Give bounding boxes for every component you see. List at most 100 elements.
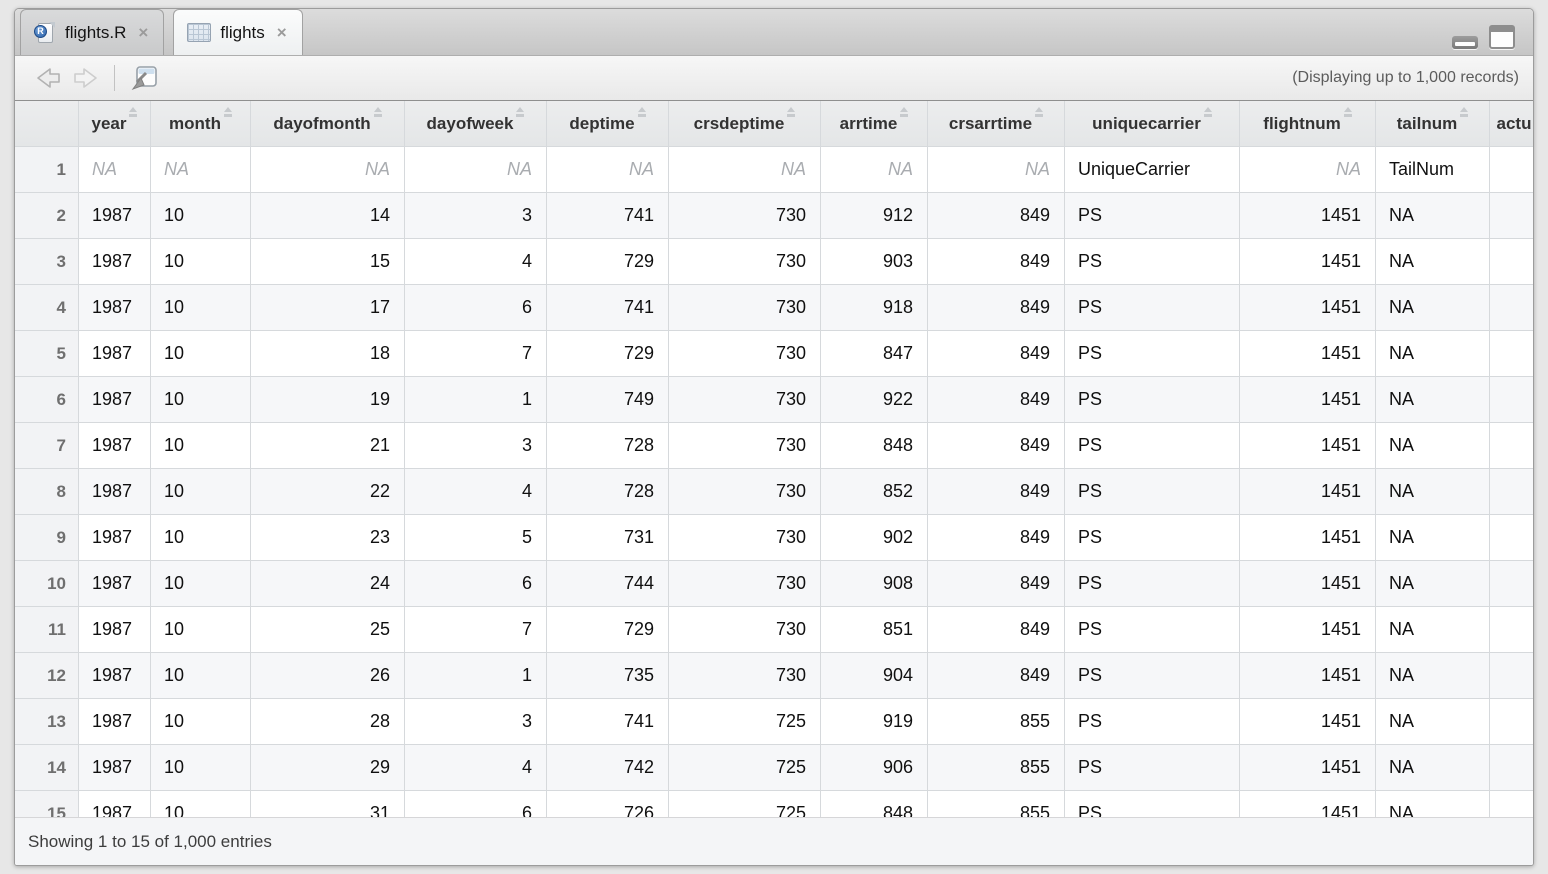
- cell-actu: [1490, 561, 1533, 607]
- maximize-pane-icon[interactable]: [1489, 25, 1515, 49]
- cell-deptime: 741: [547, 285, 669, 331]
- close-tab-icon[interactable]: ×: [277, 24, 287, 41]
- cell-dayofweek: 6: [405, 561, 547, 607]
- cell-tailnum: NA: [1376, 653, 1490, 699]
- cell-year: 1987: [79, 515, 151, 561]
- cell-year: 1987: [79, 745, 151, 791]
- cell-uniquecarrier: PS: [1065, 377, 1240, 423]
- cell-arrtime: 906: [821, 745, 928, 791]
- tab-flights-r[interactable]: R flights.R ×: [20, 9, 164, 55]
- row-number: 2: [15, 193, 79, 239]
- cell-month: 10: [151, 423, 251, 469]
- data-grid[interactable]: yearmonthdayofmonthdayofweekdeptimecrsde…: [15, 101, 1533, 817]
- table-row: 6198710191749730922849PS1451NA: [15, 377, 1533, 423]
- column-header-year[interactable]: year: [79, 101, 151, 147]
- cell-crsarrtime: 849: [928, 607, 1065, 653]
- forward-button[interactable]: [67, 63, 105, 93]
- cell-actu: [1490, 469, 1533, 515]
- cell-crsarrtime: 849: [928, 285, 1065, 331]
- cell-uniquecarrier: PS: [1065, 561, 1240, 607]
- cell-tailnum: NA: [1376, 423, 1490, 469]
- column-header-dayofweek[interactable]: dayofweek: [405, 101, 547, 147]
- cell-dayofweek: 1: [405, 377, 547, 423]
- column-header-deptime[interactable]: deptime: [547, 101, 669, 147]
- cell-deptime: 741: [547, 699, 669, 745]
- column-header-crsdeptime[interactable]: crsdeptime: [669, 101, 821, 147]
- tab-flights[interactable]: flights ×: [173, 9, 302, 55]
- cell-flightnum: 1451: [1240, 377, 1376, 423]
- row-number: 3: [15, 239, 79, 285]
- cell-crsdeptime: 730: [669, 377, 821, 423]
- viewer-window: R flights.R × flights ×: [14, 8, 1534, 866]
- cell-uniquecarrier: PS: [1065, 469, 1240, 515]
- sort-indicator-icon: [787, 107, 795, 117]
- column-header-month[interactable]: month: [151, 101, 251, 147]
- cell-deptime: 749: [547, 377, 669, 423]
- cell-crsdeptime: 730: [669, 653, 821, 699]
- cell-flightnum: 1451: [1240, 607, 1376, 653]
- cell-dayofweek: NA: [405, 147, 547, 193]
- cell-year: 1987: [79, 699, 151, 745]
- cell-tailnum: NA: [1376, 469, 1490, 515]
- cell-crsarrtime: 855: [928, 745, 1065, 791]
- column-header-uniquecarrier[interactable]: uniquecarrier: [1065, 101, 1240, 147]
- sort-indicator-icon: [638, 107, 646, 117]
- close-tab-icon[interactable]: ×: [138, 24, 148, 41]
- cell-arrtime: 852: [821, 469, 928, 515]
- cell-crsarrtime: 849: [928, 377, 1065, 423]
- cell-year: 1987: [79, 423, 151, 469]
- cell-crsarrtime: 849: [928, 331, 1065, 377]
- table-row: 14198710294742725906855PS1451NA: [15, 745, 1533, 791]
- show-in-new-window-button[interactable]: [124, 62, 164, 94]
- column-header-crsarrtime[interactable]: crsarrtime: [928, 101, 1065, 147]
- cell-dayofmonth: 17: [251, 285, 405, 331]
- cell-month: 10: [151, 607, 251, 653]
- r-script-file-icon: R: [34, 22, 56, 44]
- cell-crsarrtime: 855: [928, 699, 1065, 745]
- cell-dayofmonth: 29: [251, 745, 405, 791]
- cell-tailnum: NA: [1376, 377, 1490, 423]
- column-header-tailnum[interactable]: tailnum: [1376, 101, 1490, 147]
- cell-arrtime: 847: [821, 331, 928, 377]
- cell-crsdeptime: 725: [669, 699, 821, 745]
- cell-month: 10: [151, 239, 251, 285]
- minimize-pane-icon[interactable]: [1452, 36, 1478, 49]
- cell-dayofweek: 4: [405, 239, 547, 285]
- cell-tailnum: NA: [1376, 607, 1490, 653]
- header-row: yearmonthdayofmonthdayofweekdeptimecrsde…: [15, 101, 1533, 147]
- cell-uniquecarrier: PS: [1065, 239, 1240, 285]
- cell-arrtime: 904: [821, 653, 928, 699]
- cell-uniquecarrier: PS: [1065, 515, 1240, 561]
- cell-crsarrtime: NA: [928, 147, 1065, 193]
- cell-month: 10: [151, 515, 251, 561]
- row-number: 15: [15, 791, 79, 817]
- cell-actu: [1490, 377, 1533, 423]
- cell-crsdeptime: 730: [669, 469, 821, 515]
- column-header-flightnum[interactable]: flightnum: [1240, 101, 1376, 147]
- status-bar: Showing 1 to 15 of 1,000 entries: [15, 817, 1533, 865]
- cell-uniquecarrier: PS: [1065, 699, 1240, 745]
- cell-crsdeptime: 725: [669, 745, 821, 791]
- cell-uniquecarrier: PS: [1065, 653, 1240, 699]
- cell-dayofmonth: NA: [251, 147, 405, 193]
- cell-year: 1987: [79, 285, 151, 331]
- cell-month: 10: [151, 285, 251, 331]
- cell-month: 10: [151, 469, 251, 515]
- column-header-actu[interactable]: actu: [1490, 101, 1533, 147]
- back-button[interactable]: [29, 63, 67, 93]
- row-number: 4: [15, 285, 79, 331]
- cell-deptime: 744: [547, 561, 669, 607]
- cell-dayofmonth: 28: [251, 699, 405, 745]
- cell-tailnum: NA: [1376, 561, 1490, 607]
- cell-arrtime: 908: [821, 561, 928, 607]
- column-header-dayofmonth[interactable]: dayofmonth: [251, 101, 405, 147]
- cell-flightnum: 1451: [1240, 561, 1376, 607]
- table-row: 7198710213728730848849PS1451NA: [15, 423, 1533, 469]
- cell-dayofmonth: 21: [251, 423, 405, 469]
- cell-dayofweek: 4: [405, 745, 547, 791]
- cell-uniquecarrier: PS: [1065, 285, 1240, 331]
- table-row: 1NANANANANANANANAUniqueCarrierNATailNum: [15, 147, 1533, 193]
- column-header-arrtime[interactable]: arrtime: [821, 101, 928, 147]
- cell-tailnum: NA: [1376, 331, 1490, 377]
- cell-month: 10: [151, 699, 251, 745]
